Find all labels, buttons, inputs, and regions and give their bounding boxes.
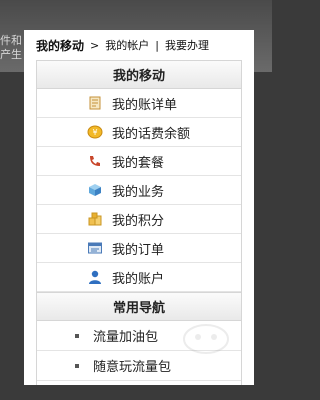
menu-item-label: 我的订单 <box>112 242 165 258</box>
background-text: 件和 产生 <box>0 34 22 61</box>
nav-item-label: 随意玩流量包 <box>93 360 172 375</box>
menu-item-points[interactable]: 我的积分 <box>37 205 241 234</box>
watermark-icon <box>183 324 229 354</box>
menu-item-label: 我的话费余额 <box>112 126 191 142</box>
svg-text:¥: ¥ <box>92 128 97 137</box>
phone-icon <box>90 156 100 166</box>
user-icon <box>89 270 101 284</box>
breadcrumb-current[interactable]: 我的帐户 <box>105 37 149 53</box>
coin-icon: ¥ <box>87 125 103 139</box>
breadcrumb-divider: | <box>155 38 159 52</box>
menu-item-label: 我的套餐 <box>112 155 165 171</box>
menu-item-balance[interactable]: ¥ 我的话费余额 <box>37 118 241 147</box>
menu-item-label: 我的积分 <box>112 213 165 229</box>
menu-item-label: 我的账详单 <box>112 97 178 113</box>
menu-item-business[interactable]: 我的业务 <box>37 176 241 205</box>
menu-item-label: 我的业务 <box>112 184 165 200</box>
bill-icon <box>89 96 101 110</box>
menu-item-plan[interactable]: 我的套餐 <box>37 147 241 176</box>
breadcrumb: 我的移动 > 我的帐户 | 我要办理 <box>24 30 254 60</box>
points-icon <box>88 212 102 226</box>
order-icon <box>88 242 102 254</box>
breadcrumb-action[interactable]: 我要办理 <box>165 37 209 53</box>
bullet-icon <box>75 363 79 368</box>
menu-item-account[interactable]: 我的账户 <box>37 263 241 292</box>
menu-item-label: 我的账户 <box>112 271 165 287</box>
bullet-icon <box>75 333 79 338</box>
nav-item-label: 流量加油包 <box>93 330 159 345</box>
account-panel: 我的移动 > 我的帐户 | 我要办理 我的移动 我的账详单 ¥ 我的话费余额 我… <box>24 30 254 385</box>
section-header-mine: 我的移动 <box>37 61 241 89</box>
menu-item-bill-detail[interactable]: 我的账详单 <box>37 89 241 118</box>
breadcrumb-home[interactable]: 我的移动 <box>36 37 84 54</box>
menu-item-orders[interactable]: 我的订单 <box>37 234 241 263</box>
breadcrumb-separator: > <box>90 38 100 52</box>
cube-icon <box>89 184 101 196</box>
nav-item-fetion[interactable]: 飞信 <box>37 381 241 385</box>
